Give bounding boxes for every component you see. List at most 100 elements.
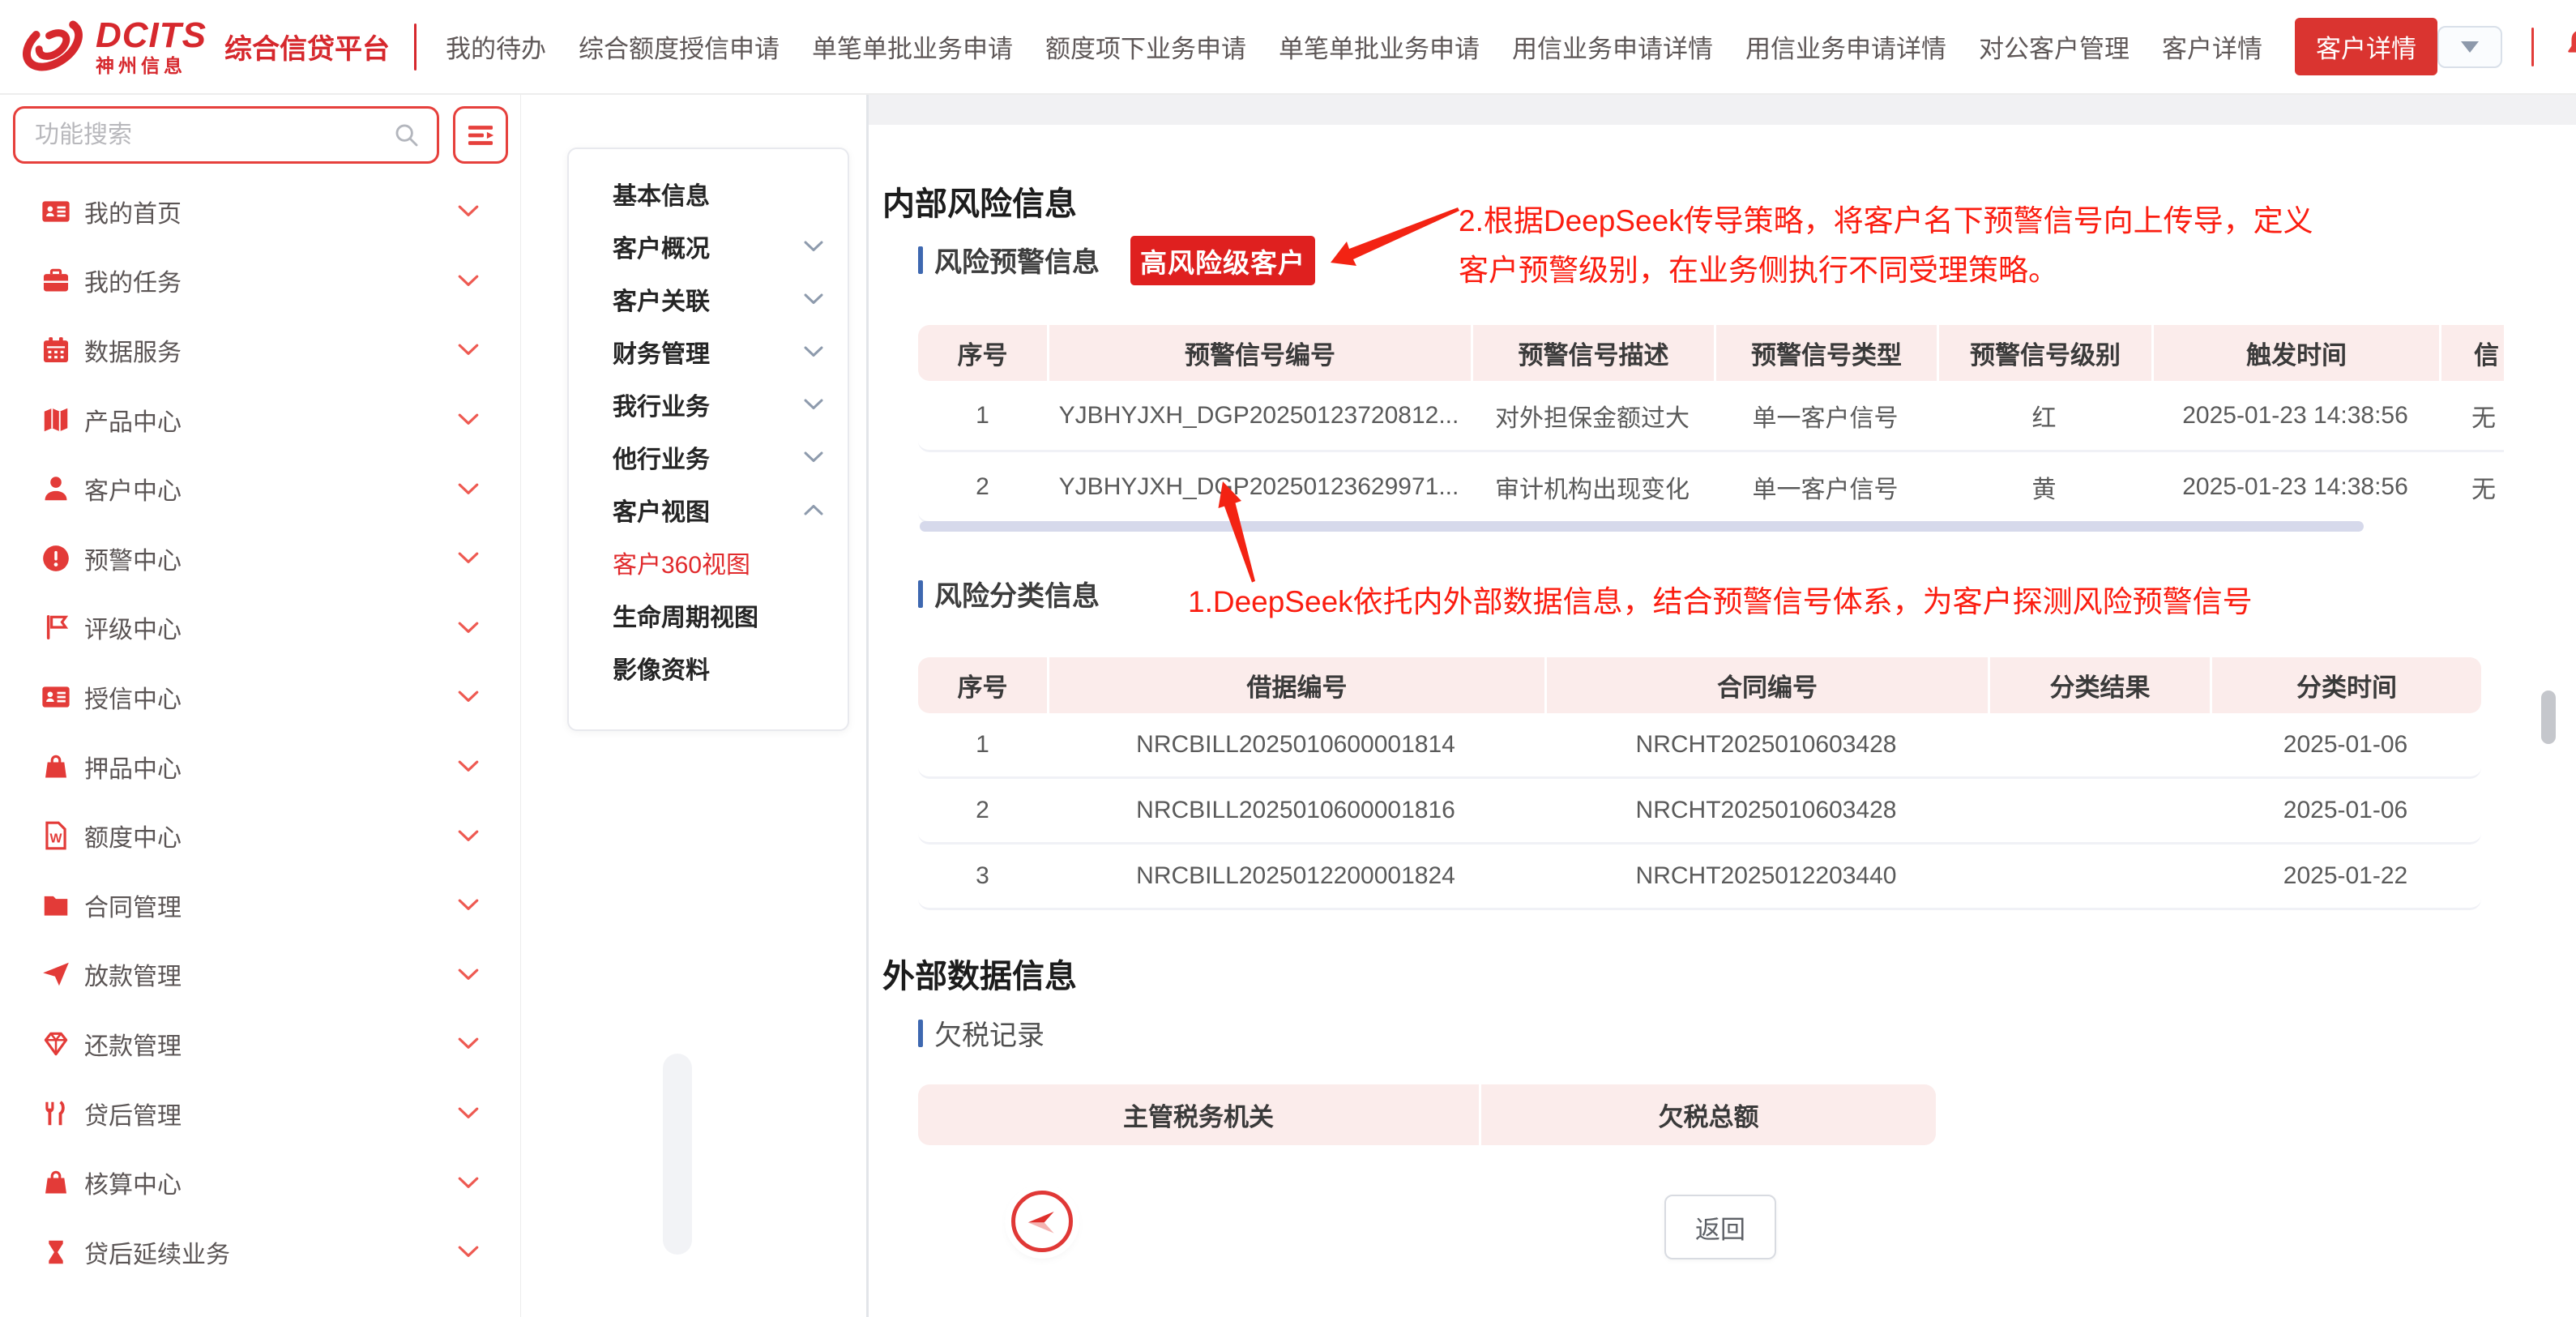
sidebar-item-product-center[interactable]: 产品中心 — [0, 385, 521, 455]
risk-class-section-label: 风险分类信息 — [918, 574, 1100, 614]
brand-name: DCITS — [96, 18, 207, 53]
table-row: 3 NRCBILL2025012200001824 NRCHT202501220… — [918, 845, 2481, 910]
chevron-down-icon — [804, 399, 823, 410]
dcits-swirl-logo-icon — [18, 10, 88, 83]
sidebar-item-accounting-center[interactable]: 核算中心 — [0, 1148, 521, 1217]
tab-single-batch-apply-1[interactable]: 单笔单批业务申请 — [812, 28, 1013, 65]
sidebar-item-label: 预警中心 — [84, 541, 458, 576]
cell-trigger-time: 2025-01-23 14:38:56 — [2151, 452, 2439, 521]
menu-collapse-button[interactable] — [453, 106, 508, 164]
calendar-icon — [41, 335, 71, 366]
col-header-class-result: 分类结果 — [1988, 657, 2210, 713]
caret-down-icon — [2461, 41, 2479, 53]
cell-class-result — [1988, 713, 2210, 776]
secondary-nav-column: 基本信息 客户概况 客户关联 财务管理 我行业务 他行业务 客户视图 客户360… — [521, 95, 866, 1317]
submenu-item-image-archives[interactable]: 影像资料 — [569, 641, 848, 694]
tab-corporate-customer-mgmt[interactable]: 对公客户管理 — [1979, 28, 2130, 65]
sidebar-item-label: 客户中心 — [84, 471, 458, 507]
cell-contract-no: NRCHT2025012203440 — [1544, 845, 1988, 908]
sidebar-item-rating-center[interactable]: 评级中心 — [0, 593, 521, 663]
col-header-signal-type: 预警信号类型 — [1714, 325, 1937, 381]
sidebar-item-home[interactable]: 我的首页 — [0, 177, 521, 246]
brand-logo: DCITS 神州信息 综合信贷平台 — [0, 10, 446, 83]
sidebar-item-post-loan-continuation[interactable]: 贷后延续业务 — [0, 1217, 521, 1287]
sidebar-item-disbursement-mgmt[interactable]: 放款管理 — [0, 940, 521, 1010]
back-button[interactable]: 返回 — [1664, 1195, 1776, 1259]
col-header-class-time: 分类时间 — [2210, 657, 2481, 713]
submenu-item-label: 财务管理 — [613, 334, 804, 370]
submenu-item-label: 他行业务 — [613, 439, 804, 475]
submenu-item-label: 客户视图 — [613, 492, 804, 528]
chevron-down-icon — [458, 483, 479, 495]
risk-warning-table: 序号 预警信号编号 预警信号描述 预警信号类型 预警信号级别 触发时间 信 1 … — [918, 325, 2504, 521]
tab-single-batch-apply-2[interactable]: 单笔单批业务申请 — [1279, 28, 1480, 65]
sidebar-item-post-loan-mgmt[interactable]: 贷后管理 — [0, 1079, 521, 1148]
chevron-down-icon — [458, 552, 479, 564]
submenu-item-finance-mgmt[interactable]: 财务管理 — [569, 325, 848, 378]
submenu-item-label-active: 客户360视图 — [613, 545, 823, 580]
sidebar-item-tasks[interactable]: 我的任务 — [0, 246, 521, 316]
topbar-divider — [2531, 28, 2534, 66]
col-header-signal-level: 预警信号级别 — [1937, 325, 2151, 381]
tab-customer-detail-active[interactable]: 客户详情 — [2295, 18, 2437, 75]
paper-plane-icon — [41, 959, 71, 990]
table-header-row: 序号 借据编号 合同编号 分类结果 分类时间 — [918, 657, 2481, 713]
tab-quota-business-apply[interactable]: 额度项下业务申请 — [1045, 28, 1246, 65]
cell-signal-level: 红 — [1937, 381, 2151, 450]
submenu-item-customer-360-view[interactable]: 客户360视图 — [569, 536, 848, 588]
submenu-item-customer-view[interactable]: 客户视图 — [569, 483, 848, 536]
sidebar-item-customer-center[interactable]: 客户中心 — [0, 454, 521, 524]
tabs-dropdown-button[interactable] — [2437, 26, 2502, 68]
submenu-item-label: 客户概况 — [613, 229, 804, 264]
cell-class-result — [1988, 845, 2210, 908]
sidebar-item-label: 产品中心 — [84, 402, 458, 438]
search-input[interactable] — [15, 121, 393, 150]
tab-credit-use-detail-2[interactable]: 用信业务申请详情 — [1745, 28, 1946, 65]
sidebar-item-credit-center[interactable]: 授信中心 — [0, 662, 521, 732]
sidebar-item-quota-center[interactable]: 额度中心 — [0, 801, 521, 870]
submenu-item-basic-info[interactable]: 基本信息 — [569, 167, 848, 220]
sidebar-item-data-services[interactable]: 数据服务 — [0, 315, 521, 385]
col-header-contract-no: 合同编号 — [1544, 657, 1988, 713]
submenu-item-other-bank-business[interactable]: 他行业务 — [569, 430, 848, 483]
tab-comprehensive-credit-apply[interactable]: 综合额度授信申请 — [579, 28, 780, 65]
sidebar-item-warning-center[interactable]: 预警中心 — [0, 524, 521, 593]
risk-warning-section-label: 风险预警信息 — [918, 240, 1100, 280]
cell-contract-no: NRCHT2025010603428 — [1544, 713, 1988, 776]
sidebar-item-label: 贷后延续业务 — [84, 1234, 458, 1270]
submenu-item-our-bank-business[interactable]: 我行业务 — [569, 378, 848, 430]
cell-signal-no: YJBHYJXH_DGP20250123720812... — [1047, 381, 1471, 450]
sidebar-item-collateral-center[interactable]: 押品中心 — [0, 732, 521, 802]
cell-bill-no: NRCBILL2025012200001824 — [1047, 845, 1544, 908]
chevron-down-icon — [458, 830, 479, 842]
submenu-item-lifecycle-view[interactable]: 生命周期视图 — [569, 588, 848, 641]
sidebar-item-label: 押品中心 — [84, 749, 458, 785]
sidebar-item-label: 授信中心 — [84, 679, 458, 715]
sidebar-collapse-button[interactable] — [1011, 1191, 1073, 1252]
section-title-external-data: 外部数据信息 — [882, 950, 1077, 997]
vertical-scrollbar-thumb[interactable] — [2541, 691, 2556, 744]
sidebar-item-contract-mgmt[interactable]: 合同管理 — [0, 870, 521, 940]
cell-bill-no: NRCBILL2025010600001816 — [1047, 779, 1544, 842]
sidebar-item-label: 核算中心 — [84, 1165, 458, 1200]
submenu-item-customer-overview[interactable]: 客户概况 — [569, 220, 848, 272]
submenu-scrollbar[interactable] — [663, 1054, 692, 1255]
sidebar-item-label: 我的任务 — [84, 263, 458, 298]
horizontal-scrollbar-thumb[interactable] — [920, 521, 2364, 532]
tab-credit-use-detail-1[interactable]: 用信业务申请详情 — [1512, 28, 1713, 65]
collapse-arrow-icon — [1023, 1202, 1062, 1241]
chevron-down-icon — [458, 1177, 479, 1189]
cell-signal-no: YJBHYJXH_DGP20250123629971... — [1047, 452, 1471, 521]
chevron-down-icon — [458, 275, 479, 287]
tab-my-todo[interactable]: 我的待办 — [446, 28, 546, 65]
cell-seq: 1 — [918, 713, 1047, 776]
search-icon — [393, 122, 421, 149]
sidebar-item-repayment-mgmt[interactable]: 还款管理 — [0, 1009, 521, 1079]
notifications-button[interactable]: 0 — [2563, 28, 2576, 66]
tab-customer-detail[interactable]: 客户详情 — [2162, 28, 2262, 65]
submenu-item-customer-relation[interactable]: 客户关联 — [569, 272, 848, 325]
section-label-text: 欠税记录 — [934, 1013, 1044, 1053]
cell-bill-no: NRCBILL2025010600001814 — [1047, 713, 1544, 776]
cell-signal-desc: 对外担保金额过大 — [1471, 381, 1714, 450]
col-header-signal-no: 预警信号编号 — [1047, 325, 1471, 381]
